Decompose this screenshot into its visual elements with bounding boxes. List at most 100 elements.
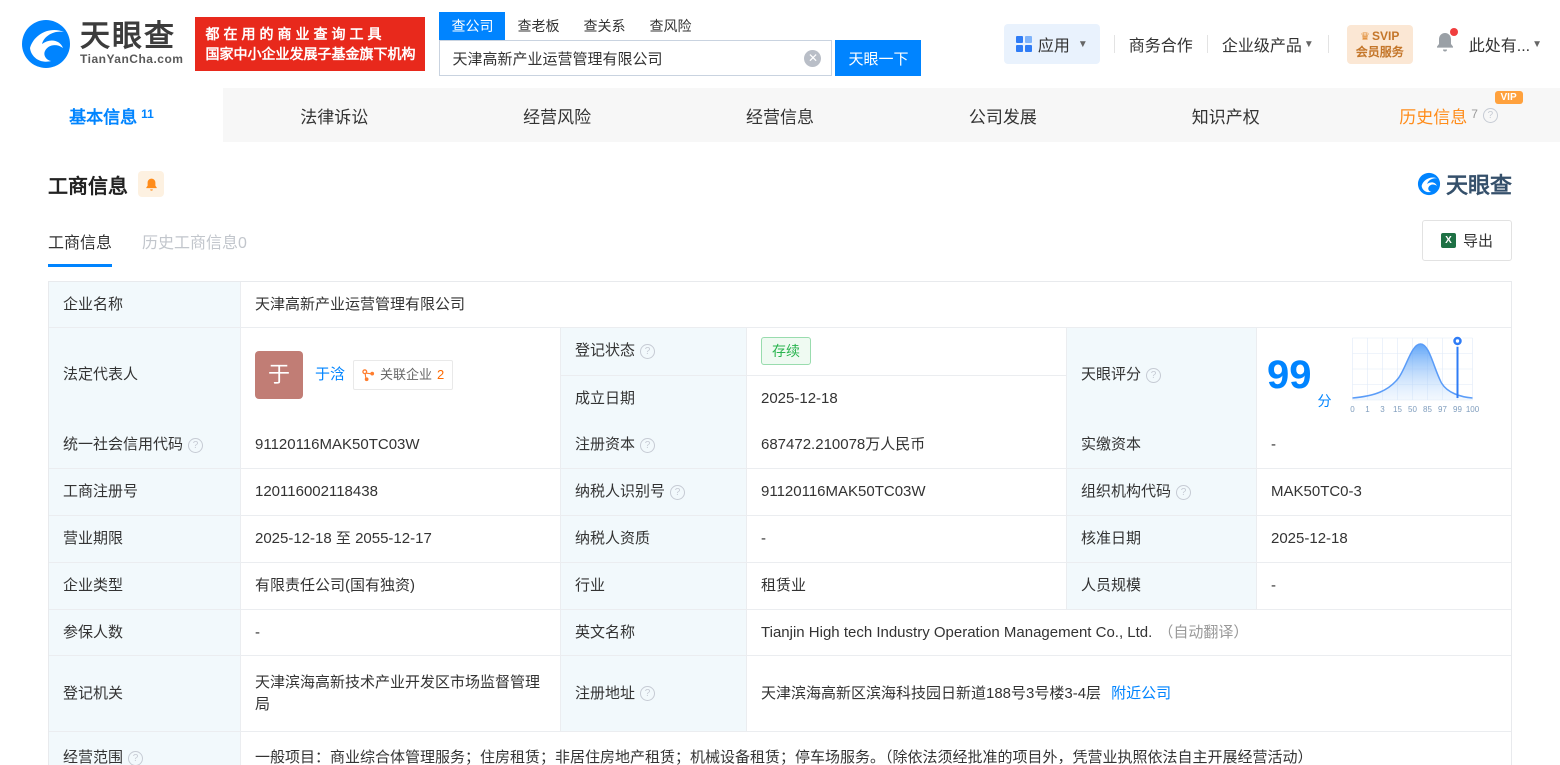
top-header: 天眼查 TianYanCha.com 都在用的商业查询工具 国家中小企业发展子基…: [0, 0, 1560, 88]
table-row: 营业期限 2025-12-18 至 2055-12-17 纳税人资质 - 核准日…: [49, 516, 1511, 563]
svip-member-badge[interactable]: ♛ SVIP 会员服务: [1346, 24, 1413, 64]
svg-text:15: 15: [1393, 405, 1402, 414]
field-label: 成立日期: [561, 375, 747, 422]
help-icon[interactable]: ?: [670, 484, 686, 500]
company-name-value: 天津高新产业运营管理有限公司: [241, 282, 1511, 327]
chevron-down-icon: ▼: [1532, 38, 1542, 50]
reg-address-value: 天津滨海高新区滨海科技园日新道188号3号楼3-4层 附近公司: [747, 656, 1511, 731]
tab-company-development[interactable]: 公司发展: [891, 88, 1114, 142]
score-value: 99: [1267, 353, 1312, 397]
help-icon[interactable]: ?: [1176, 484, 1192, 500]
svg-text:50: 50: [1408, 405, 1417, 414]
brand-domain: TianYanCha.com: [80, 52, 184, 66]
tianyancha-company-page: 天眼查 TianYanCha.com 都在用的商业查询工具 国家中小企业发展子基…: [0, 0, 1560, 765]
svg-text:97: 97: [1438, 405, 1447, 414]
promo-line1: 都在用的商业查询工具: [205, 26, 386, 42]
apps-menu[interactable]: 应用 ▼: [1003, 24, 1100, 64]
field-label: 登记状态?: [561, 328, 747, 375]
tianyancha-watermark: 天眼查: [1417, 168, 1512, 200]
field-label: 实缴资本: [1067, 422, 1257, 468]
reg-capital-value: 687472.210078万人民币: [747, 422, 1067, 468]
status-badge: 存续: [761, 337, 811, 366]
chevron-down-icon: ▼: [1303, 38, 1314, 50]
help-icon[interactable]: ?: [1482, 107, 1498, 123]
field-label: 统一社会信用代码?: [49, 422, 241, 468]
field-label: 参保人数: [49, 610, 241, 655]
svg-text:1: 1: [1365, 405, 1370, 414]
score-cell: 99 分 0 1 3 15 50 85 97 99 100: [1257, 328, 1511, 422]
field-label: 企业名称: [49, 282, 241, 327]
related-icon: [362, 368, 375, 381]
search-button[interactable]: 天眼一下: [835, 40, 922, 76]
notification-bell-icon[interactable]: [1435, 27, 1458, 58]
excel-icon: X: [1440, 233, 1456, 248]
legal-rep-avatar[interactable]: 于: [255, 351, 303, 399]
promo-line2: 国家中小企业发展子基金旗下机构: [205, 46, 416, 62]
svg-text:100: 100: [1465, 405, 1479, 414]
table-row: 工商注册号 120116002118438 纳税人识别号? 91120116MA…: [49, 469, 1511, 516]
taxpayer-id-value: 91120116MAK50TC03W: [747, 469, 1067, 515]
help-icon[interactable]: ?: [128, 750, 144, 765]
nav-enterprise-products[interactable]: 企业级产品 ▼: [1222, 32, 1314, 56]
search-box: ✕: [439, 40, 833, 76]
table-row: 登记机关 天津滨海高新技术产业开发区市场监督管理局 注册地址? 天津滨海高新区滨…: [49, 656, 1511, 732]
reg-number-value: 120116002118438: [241, 469, 561, 515]
subscribe-bell-icon[interactable]: [138, 171, 164, 197]
insured-count-value: -: [241, 610, 561, 655]
table-row: 企业名称 天津高新产业运营管理有限公司: [49, 282, 1511, 328]
help-icon[interactable]: ?: [640, 686, 656, 701]
field-label: 人员规模: [1067, 563, 1257, 609]
vip-badge: VIP: [1494, 91, 1523, 104]
subtab-history-business-info[interactable]: 历史工商信息0: [142, 229, 247, 267]
approval-date-value: 2025-12-18: [1257, 516, 1511, 562]
industry-value: 租赁业: [747, 563, 1067, 609]
main-content: 工商信息 天眼查 工商信息 历史工商信息0 X 导出 企业名称 天津高新产业运营…: [0, 142, 1560, 765]
paid-capital-value: -: [1257, 422, 1511, 468]
field-label: 行业: [561, 563, 747, 609]
tianyancha-logo[interactable]: 天眼查 TianYanCha.com: [20, 18, 183, 70]
field-label: 经营范围?: [49, 732, 241, 765]
svg-text:0: 0: [1350, 405, 1355, 414]
field-label: 企业类型: [49, 563, 241, 609]
user-menu[interactable]: 此处有... ▼: [1469, 32, 1542, 56]
svg-text:3: 3: [1380, 405, 1385, 414]
staff-size-value: -: [1257, 563, 1511, 609]
search-tab-boss[interactable]: 查老板: [505, 12, 571, 40]
crown-icon: ♛: [1360, 30, 1370, 43]
export-button[interactable]: X 导出: [1421, 220, 1512, 261]
help-icon[interactable]: ?: [1146, 367, 1162, 383]
field-label: 注册地址?: [561, 656, 747, 731]
search-input[interactable]: [440, 49, 805, 67]
clear-icon[interactable]: ✕: [804, 49, 822, 67]
org-code-value: MAK50TC0-3: [1257, 469, 1511, 515]
company-tab-bar: 基本信息 11 法律诉讼 经营风险 经营信息 公司发展 知识产权 VIP 历史信…: [0, 88, 1560, 142]
divider: [1113, 35, 1115, 53]
nav-business-coop[interactable]: 商务合作: [1129, 32, 1193, 56]
table-row: 统一社会信用代码? 91120116MAK50TC03W 注册资本? 68747…: [49, 422, 1511, 469]
table-row: 企业类型 有限责任公司(国有独资) 行业 租赁业 人员规模 -: [49, 563, 1511, 610]
tab-operating-risk[interactable]: 经营风险: [446, 88, 669, 142]
table-row: 参保人数 - 英文名称 Tianjin High tech Industry O…: [49, 610, 1511, 656]
tab-operating-info[interactable]: 经营信息: [669, 88, 892, 142]
search-tab-company[interactable]: 查公司: [439, 12, 506, 40]
tab-intellectual-property[interactable]: 知识产权: [1114, 88, 1337, 142]
related-companies-badge[interactable]: 关联企业 2: [353, 360, 454, 390]
section-title: 工商信息: [48, 175, 128, 198]
tab-legal-proceedings[interactable]: 法律诉讼: [223, 88, 446, 142]
score-distribution-chart: 0 1 3 15 50 85 97 99 100: [1350, 335, 1479, 414]
legal-rep-link[interactable]: 于浛: [315, 364, 345, 386]
divider: [1327, 35, 1329, 53]
help-icon[interactable]: ?: [640, 343, 656, 359]
legal-rep-cell: 于 于浛 关联企业 2: [241, 328, 561, 422]
help-icon[interactable]: ?: [188, 437, 204, 453]
establish-date-value: 2025-12-18: [747, 375, 1067, 422]
search-tab-relation[interactable]: 查关系: [571, 12, 637, 40]
nearby-companies-link[interactable]: 附近公司: [1111, 683, 1171, 705]
search-area: 查公司 查老板 查关系 查风险 ✕ 天眼一下: [439, 12, 922, 76]
subtab-business-info[interactable]: 工商信息: [48, 229, 113, 267]
divider: [1206, 35, 1208, 53]
search-tab-risk[interactable]: 查风险: [637, 12, 703, 40]
tab-history-info[interactable]: VIP 历史信息 7 ?: [1337, 88, 1560, 142]
tab-basic-info[interactable]: 基本信息 11: [0, 88, 223, 142]
help-icon[interactable]: ?: [640, 437, 656, 453]
